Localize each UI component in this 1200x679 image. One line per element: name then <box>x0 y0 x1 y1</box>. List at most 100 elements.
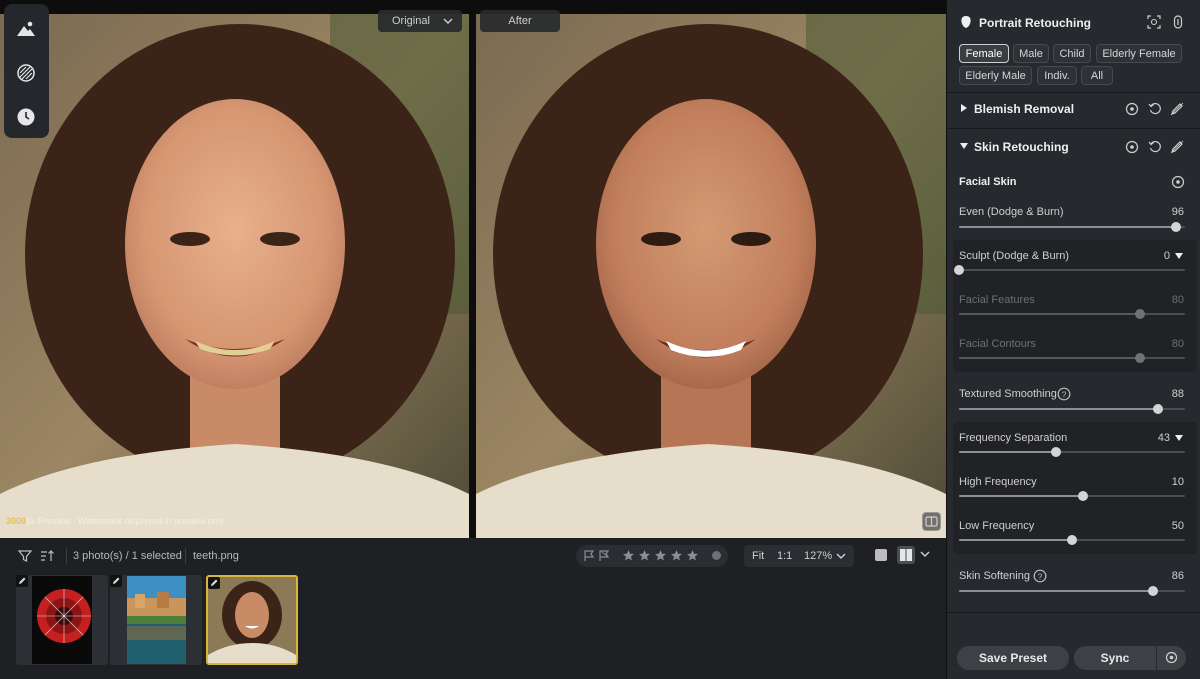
star-icon[interactable] <box>654 549 667 562</box>
color-label-icon[interactable] <box>710 549 723 562</box>
slider-value-facial-contours: 80 <box>1171 338 1184 350</box>
slider-sculpt[interactable] <box>954 265 1185 275</box>
visibility-eye-icon[interactable] <box>1125 140 1139 154</box>
watermark-brand: 3000 <box>6 516 27 526</box>
caret-right-icon[interactable] <box>959 103 969 113</box>
slider-value-textured-smoothing: 88 <box>1171 388 1184 400</box>
preset-chip-child[interactable]: Child <box>1053 44 1091 63</box>
slider-knob[interactable] <box>1067 535 1077 545</box>
reset-icon[interactable] <box>1148 102 1162 116</box>
caret-down-icon[interactable] <box>1174 433 1184 443</box>
caret-down-icon[interactable] <box>959 141 969 151</box>
star-icon[interactable] <box>622 549 635 562</box>
slider-textured-smoothing[interactable] <box>959 404 1185 414</box>
thumbnail-image <box>208 577 296 663</box>
section-skin-retouching[interactable]: Skin Retouching <box>974 140 1069 154</box>
help-icon[interactable]: ? <box>1033 569 1047 583</box>
zoom-level-select[interactable]: 127% <box>804 550 832 562</box>
sync-button[interactable]: Sync <box>1074 646 1156 670</box>
flag-icon[interactable] <box>583 549 596 562</box>
original-label: Original <box>392 15 430 27</box>
single-view-icon[interactable] <box>874 548 888 562</box>
file-name: teeth.png <box>193 550 239 562</box>
slider-value-facial-features: 80 <box>1171 294 1184 306</box>
slider-fill <box>959 226 1176 228</box>
preset-chip-individual[interactable]: Indiv. <box>1037 66 1077 85</box>
svg-text:?: ? <box>1062 391 1067 400</box>
star-icon[interactable] <box>686 549 699 562</box>
separator <box>185 548 186 564</box>
star-icon[interactable] <box>670 549 683 562</box>
slider-fill <box>959 495 1084 497</box>
divider <box>947 92 1200 93</box>
preset-chip-elderly-female[interactable]: Elderly Female <box>1096 44 1182 63</box>
edit-pencil-icon <box>208 577 220 589</box>
before-after-view-icon[interactable] <box>897 546 915 564</box>
brush-edit-icon[interactable] <box>1170 102 1184 116</box>
slider-label-skin-softening: Skin Softening <box>959 570 1030 582</box>
thumbnail-portrait-selected[interactable] <box>206 575 298 665</box>
slider-even[interactable] <box>959 222 1185 232</box>
slider-high-frequency[interactable] <box>959 491 1185 501</box>
slider-fill <box>959 313 1140 315</box>
adjustment-panel: Portrait Retouching Female Male Child El… <box>946 0 1200 679</box>
slider-value-high-frequency: 10 <box>1171 476 1184 488</box>
original-photo[interactable] <box>0 14 469 538</box>
reset-icon[interactable] <box>1148 140 1162 154</box>
gear-icon <box>1165 651 1178 664</box>
slider-frequency-separation[interactable] <box>959 447 1185 457</box>
filter-icon[interactable] <box>18 549 32 563</box>
zoom-fit-button[interactable]: Fit <box>752 550 764 562</box>
visibility-eye-icon[interactable] <box>1171 175 1185 189</box>
preview-watermark: 3000px Preview · Watermark displayed in … <box>6 516 224 526</box>
slider-knob[interactable] <box>1170 222 1181 232</box>
preset-chip-elderly-male[interactable]: Elderly Male <box>959 66 1032 85</box>
sort-icon[interactable] <box>40 549 54 563</box>
slider-label-low-frequency: Low Frequency <box>959 520 1035 532</box>
section-blemish-removal[interactable]: Blemish Removal <box>974 102 1074 116</box>
slider-knob[interactable] <box>1152 404 1163 414</box>
chevron-down-icon[interactable] <box>920 549 934 563</box>
slider-label-sculpt: Sculpt (Dodge & Burn) <box>959 250 1070 262</box>
zoom-1to1-button[interactable]: 1:1 <box>777 550 792 562</box>
caret-down-icon[interactable] <box>1174 251 1184 261</box>
split-view-button[interactable] <box>922 512 941 531</box>
slider-facial-features <box>959 309 1185 319</box>
slider-value-sculpt: 0 <box>1163 250 1170 262</box>
portrait-tool-icon[interactable] <box>15 18 37 40</box>
photo-preview[interactable]: Original After 3000px Preview · Watermar… <box>0 0 946 538</box>
slider-skin-softening[interactable] <box>959 586 1185 596</box>
save-preset-button[interactable]: Save Preset <box>957 646 1069 670</box>
visibility-eye-icon[interactable] <box>1125 102 1139 116</box>
slider-label-high-frequency: High Frequency <box>959 476 1037 488</box>
slider-fill <box>959 539 1072 541</box>
original-dropdown[interactable]: Original <box>378 10 462 32</box>
preset-chip-all[interactable]: All <box>1081 66 1113 85</box>
thumbnail-spiral[interactable] <box>16 575 108 665</box>
preset-chip-female[interactable]: Female <box>959 44 1009 63</box>
sync-arrows-icon[interactable] <box>1171 15 1185 29</box>
slider-knob[interactable] <box>1148 586 1159 596</box>
preset-chip-male[interactable]: Male <box>1013 44 1049 63</box>
slider-knob <box>1134 353 1145 363</box>
slider-knob[interactable] <box>954 265 964 275</box>
sync-settings-button[interactable] <box>1157 646 1186 670</box>
brush-edit-icon[interactable] <box>1170 140 1184 154</box>
divider <box>947 128 1200 129</box>
after-photo[interactable] <box>476 14 946 538</box>
chevron-down-icon[interactable] <box>836 551 846 564</box>
reject-flag-icon[interactable] <box>598 549 611 562</box>
face-detect-icon[interactable] <box>1147 15 1161 29</box>
slider-value-frequency-separation: 43 <box>1157 432 1170 444</box>
help-icon[interactable]: ? <box>1057 387 1071 401</box>
slider-low-frequency[interactable] <box>959 535 1185 545</box>
history-clock-icon[interactable] <box>15 106 37 128</box>
portrait-head-icon <box>959 15 973 29</box>
slider-label-textured-smoothing: Textured Smoothing <box>959 388 1057 400</box>
star-icon[interactable] <box>638 549 651 562</box>
slider-value-even: 96 <box>1171 206 1184 218</box>
texture-tool-icon[interactable] <box>15 62 37 84</box>
thumbnail-town[interactable] <box>110 575 202 665</box>
after-tab[interactable]: After <box>480 10 560 32</box>
selection-count: 3 photo(s) / 1 selected <box>73 550 182 562</box>
